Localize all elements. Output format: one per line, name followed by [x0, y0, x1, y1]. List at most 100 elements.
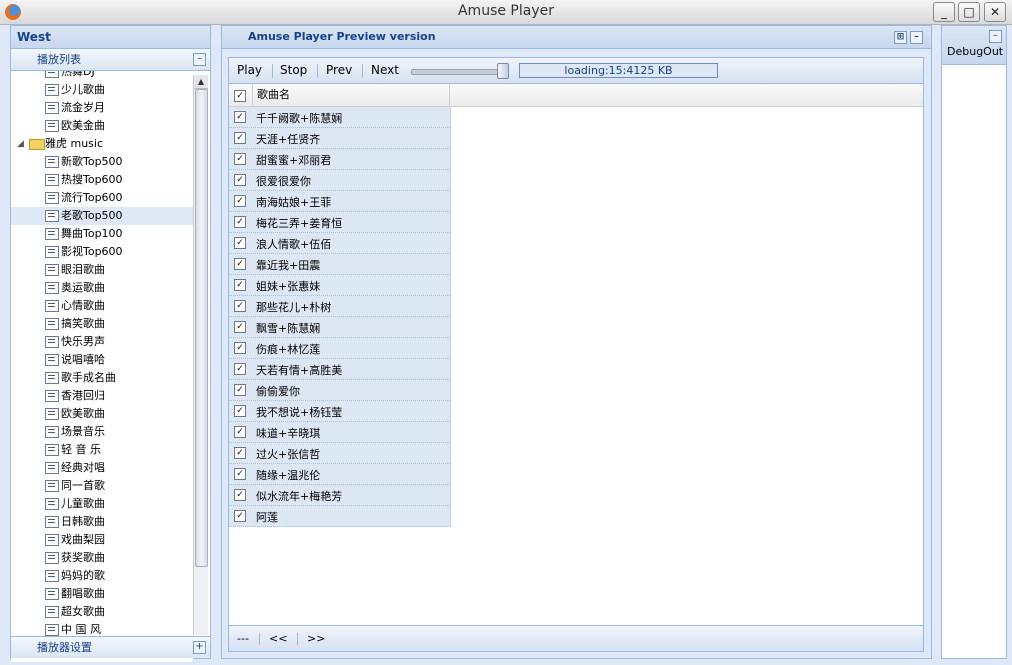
tree-item[interactable]: 热舞DJ — [11, 71, 193, 81]
tree-item[interactable]: 快乐男声 — [11, 333, 193, 351]
row-checkbox[interactable]: ✓ — [234, 258, 246, 270]
play-button[interactable]: Play — [237, 63, 262, 77]
next-button[interactable]: Next — [371, 63, 399, 77]
row-checkbox[interactable]: ✓ — [234, 216, 246, 228]
tree-item[interactable]: 欧美金曲 — [11, 117, 193, 135]
tree-item[interactable]: 超女歌曲 — [11, 603, 193, 621]
tree-item[interactable]: 翻唱歌曲 — [11, 585, 193, 603]
tree-item[interactable]: 歌手成名曲 — [11, 369, 193, 387]
row-checkbox[interactable]: ✓ — [234, 405, 246, 417]
row-checkbox[interactable]: ✓ — [234, 237, 246, 249]
expand-arrow-icon[interactable]: ◢ — [17, 135, 24, 153]
tree-item[interactable]: 流行Top600 — [11, 189, 193, 207]
tree-item[interactable]: 说唱嘻哈 — [11, 351, 193, 369]
stop-button[interactable]: Stop — [280, 63, 307, 77]
table-row[interactable]: ✓ 那些花儿+朴树 — [229, 296, 450, 317]
row-checkbox[interactable]: ✓ — [234, 510, 246, 522]
row-checkbox[interactable]: ✓ — [234, 300, 246, 312]
table-row[interactable]: ✓ 阿莲 — [229, 506, 450, 527]
row-checkbox[interactable]: ✓ — [234, 174, 246, 186]
maximize-button[interactable]: □ — [958, 2, 980, 22]
table-row[interactable]: ✓ 偷偷爱你 — [229, 380, 450, 401]
column-header-song-name[interactable]: 歌曲名 — [252, 84, 450, 106]
table-row[interactable]: ✓ 飘雪+陈慧娴 — [229, 317, 450, 338]
table-row[interactable]: ✓ 似水流年+梅艳芳 — [229, 485, 450, 506]
tree-item[interactable]: 轻 音 乐 — [11, 441, 193, 459]
tree-item[interactable]: 舞曲Top100 — [11, 225, 193, 243]
tree-item[interactable]: 老歌Top500 — [11, 207, 193, 225]
tree-item-label: 香港回归 — [61, 389, 105, 402]
table-row[interactable]: ✓ 我不想说+杨钰莹 — [229, 401, 450, 422]
prev-button[interactable]: Prev — [326, 63, 352, 77]
settings-accordion-header[interactable]: 播放器设置 + — [11, 636, 210, 658]
row-checkbox[interactable]: ✓ — [234, 384, 246, 396]
table-row[interactable]: ✓ 靠近我+田震 — [229, 254, 450, 275]
tree-item[interactable]: 场景音乐 — [11, 423, 193, 441]
tree-item[interactable]: 影视Top600 — [11, 243, 193, 261]
layout-icon[interactable]: ⊞ — [894, 31, 907, 44]
table-row[interactable]: ✓ 千千阙歌+陈慧娴 — [229, 107, 450, 128]
tree-item[interactable]: 新歌Top500 — [11, 153, 193, 171]
row-checkbox[interactable]: ✓ — [234, 468, 246, 480]
tree-folder[interactable]: ◢ 雅虎 music — [11, 135, 193, 153]
tree-item[interactable]: 日韩歌曲 — [11, 513, 193, 531]
tree-item[interactable]: 热搜Top600 — [11, 171, 193, 189]
table-row[interactable]: ✓ 味道+辛晓琪 — [229, 422, 450, 443]
row-checkbox[interactable]: ✓ — [234, 489, 246, 501]
tree-item[interactable]: 获奖歌曲 — [11, 549, 193, 567]
row-checkbox[interactable]: ✓ — [234, 426, 246, 438]
table-row[interactable]: ✓ 天若有情+高胜美 — [229, 359, 450, 380]
volume-slider-thumb[interactable] — [497, 63, 509, 79]
table-row[interactable]: ✓ 随缘+温兆伦 — [229, 464, 450, 485]
row-checkbox[interactable]: ✓ — [234, 153, 246, 165]
playlist-accordion-header[interactable]: 播放列表 – — [11, 49, 210, 71]
row-checkbox[interactable]: ✓ — [234, 447, 246, 459]
player-toolbar: Play Stop Prev Next loading:15:4125 KB — [229, 58, 923, 84]
table-row[interactable]: ✓ 伤痕+林忆莲 — [229, 338, 450, 359]
prev-page-button[interactable]: << — [269, 632, 287, 645]
row-checkbox[interactable]: ✓ — [234, 195, 246, 207]
volume-slider-track[interactable] — [411, 69, 508, 75]
row-checkbox[interactable]: ✓ — [234, 279, 246, 291]
scroll-up-arrow-icon[interactable]: ▲ — [194, 75, 208, 89]
table-row[interactable]: ✓ 很爱很爱你 — [229, 170, 450, 191]
collapse-icon[interactable]: – — [989, 30, 1002, 43]
tree-item[interactable]: 搞笑歌曲 — [11, 315, 193, 333]
tree-item[interactable]: 香港回归 — [11, 387, 193, 405]
table-row[interactable]: ✓ 天涯+任贤齐 — [229, 128, 450, 149]
minimize-button[interactable]: _ — [933, 2, 955, 22]
expand-icon[interactable]: + — [193, 641, 206, 654]
close-button[interactable]: ✕ — [984, 2, 1006, 22]
tree-item[interactable]: 妈妈的歌 — [11, 567, 193, 585]
playlist-icon — [45, 228, 59, 240]
tree-item[interactable]: 心情歌曲 — [11, 297, 193, 315]
collapse-icon[interactable]: – — [910, 31, 923, 44]
table-row[interactable]: ✓ 梅花三弄+姜育恒 — [229, 212, 450, 233]
row-checkbox[interactable]: ✓ — [234, 321, 246, 333]
folder-icon — [29, 139, 45, 150]
table-row[interactable]: ✓ 过火+张信哲 — [229, 443, 450, 464]
table-row[interactable]: ✓ 南海姑娘+王菲 — [229, 191, 450, 212]
table-row[interactable]: ✓ 甜蜜蜜+邓丽君 — [229, 149, 450, 170]
tree-item[interactable]: 少儿歌曲 — [11, 81, 193, 99]
tree-item[interactable]: 经典对唱 — [11, 459, 193, 477]
tree-item[interactable]: 同一首歌 — [11, 477, 193, 495]
scroll-thumb[interactable] — [195, 89, 208, 567]
tree-item[interactable]: 欧美歌曲 — [11, 405, 193, 423]
row-checkbox[interactable]: ✓ — [234, 111, 246, 123]
select-all-checkbox[interactable]: ✓ — [234, 90, 246, 102]
tree-item[interactable]: 戏曲梨园 — [11, 531, 193, 549]
playlist-icon — [45, 192, 59, 204]
row-checkbox[interactable]: ✓ — [234, 363, 246, 375]
tree-item[interactable]: 流金岁月 — [11, 99, 193, 117]
tree-item[interactable]: 眼泪歌曲 — [11, 261, 193, 279]
tree-item[interactable]: 奥运歌曲 — [11, 279, 193, 297]
tree-item[interactable]: 儿童歌曲 — [11, 495, 193, 513]
next-page-button[interactable]: >> — [307, 632, 325, 645]
row-checkbox[interactable]: ✓ — [234, 342, 246, 354]
row-checkbox[interactable]: ✓ — [234, 132, 246, 144]
collapse-icon[interactable]: – — [193, 53, 206, 66]
table-row[interactable]: ✓ 浪人情歌+伍佰 — [229, 233, 450, 254]
table-row[interactable]: ✓ 姐妹+张惠妹 — [229, 275, 450, 296]
tree-scrollbar[interactable]: ▲ — [193, 75, 208, 635]
